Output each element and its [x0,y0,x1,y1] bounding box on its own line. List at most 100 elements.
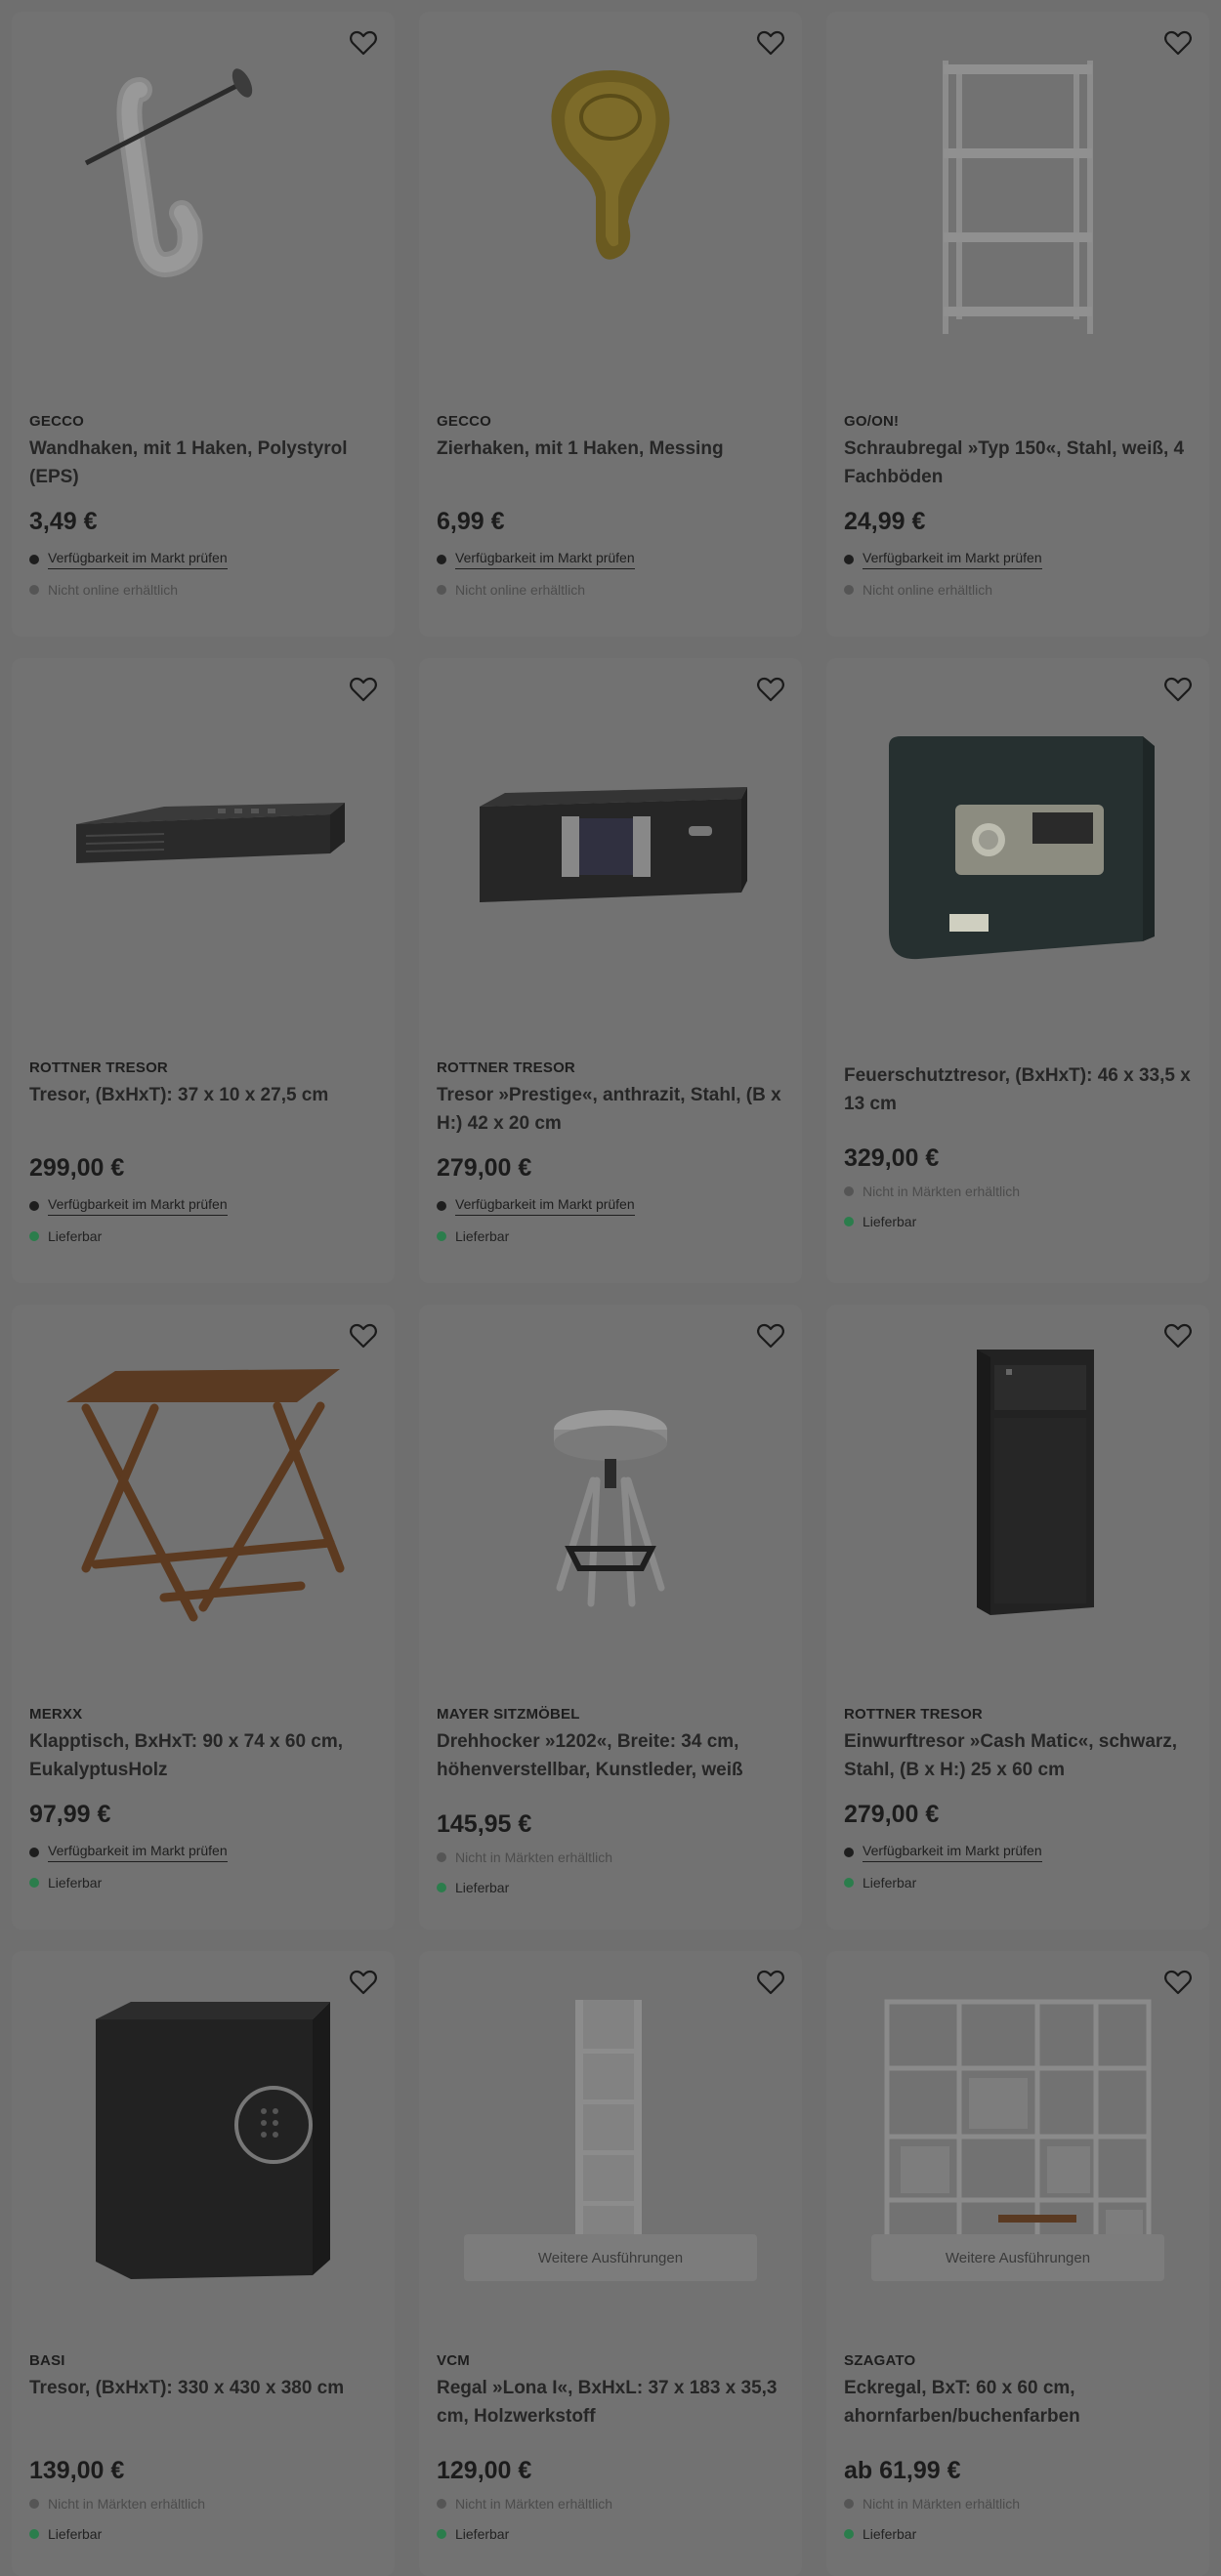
store-status: Nicht in Märkten erhältlich [863,1184,1021,1199]
delivery-status: Lieferbar [455,1880,510,1895]
status-dot [29,2529,39,2539]
availability-info: Verfügbarkeit im Markt prüfen Lieferbar [437,1193,786,1249]
product-title[interactable]: Zierhaken, mit 1 Haken, Messing [437,435,786,491]
product-card[interactable]: Feuerschutztresor, (BxHxT): 46 x 33,5 x … [826,658,1209,1283]
status-dot [29,1848,39,1857]
product-card[interactable]: Weitere Ausführungen SZAGATO Eckregal, B… [826,1951,1209,2576]
product-image[interactable] [12,51,395,344]
check-store-availability-link[interactable]: Verfügbarkeit im Markt prüfen [48,550,228,569]
delivery-status: Nicht online erhältlich [48,582,179,598]
product-title[interactable]: Tresor »Prestige«, anthrazit, Stahl, (B … [437,1081,786,1138]
status-dot [437,1852,446,1862]
availability-info: Verfügbarkeit im Markt prüfen Nicht onli… [437,547,786,602]
check-store-availability-link[interactable]: Verfügbarkeit im Markt prüfen [455,1196,635,1216]
product-title[interactable]: Regal »Lona I«, BxHxL: 37 x 183 x 35,3 c… [437,2374,786,2431]
status-dot [437,1231,446,1241]
product-card[interactable]: GO/ON! Schraubregal »Typ 150«, Stahl, we… [826,12,1209,637]
product-card[interactable]: ROTTNER TRESOR Tresor, (BxHxT): 37 x 10 … [12,658,395,1283]
product-card[interactable]: GECCO Zierhaken, mit 1 Haken, Messing 6,… [419,12,802,637]
check-store-availability-link[interactable]: Verfügbarkeit im Markt prüfen [48,1196,228,1216]
delivery-status: Lieferbar [48,1228,103,1244]
product-price: 279,00 € [437,1154,532,1182]
product-card[interactable]: MERXX Klapptisch, BxHxT: 90 x 74 x 60 cm… [12,1305,395,1930]
product-price: 329,00 € [844,1144,940,1172]
delivery-status: Lieferbar [455,1228,510,1244]
product-image[interactable] [419,697,802,990]
status-dot [844,1878,854,1888]
product-brand: MERXX [29,1706,83,1723]
product-brand: ROTTNER TRESOR [437,1059,575,1076]
product-title[interactable]: Feuerschutztresor, (BxHxT): 46 x 33,5 x … [844,1061,1194,1118]
product-image[interactable] [419,1344,802,1637]
product-image[interactable] [826,51,1209,344]
product-title[interactable]: Einwurftresor »Cash Matic«, schwarz, Sta… [844,1727,1194,1784]
product-title[interactable]: Eckregal, BxT: 60 x 60 cm, ahornfarben/b… [844,2374,1194,2431]
product-brand: GO/ON! [844,413,900,430]
product-title[interactable]: Klapptisch, BxHxT: 90 x 74 x 60 cm, Euka… [29,1727,379,1784]
delivery-status: Lieferbar [863,1875,917,1890]
availability-info: Verfügbarkeit im Markt prüfen Nicht onli… [844,547,1194,602]
product-price: 279,00 € [844,1801,940,1828]
product-image[interactable] [12,697,395,990]
delivery-status: Lieferbar [863,2526,917,2542]
product-card[interactable]: ROTTNER TRESOR Einwurftresor »Cash Matic… [826,1305,1209,1930]
status-dot [437,1201,446,1211]
status-dot [437,1883,446,1892]
product-brand: MAYER SITZMÖBEL [437,1706,580,1723]
availability-info: Nicht in Märkten erhältlich Lieferbar [844,1179,1194,1234]
product-image[interactable] [419,51,802,344]
product-title[interactable]: Wandhaken, mit 1 Haken, Polystyrol (EPS) [29,435,379,491]
status-dot [844,2499,854,2509]
status-dot [437,2499,446,2509]
product-image[interactable] [826,697,1209,990]
more-variants-button[interactable]: Weitere Ausführungen [464,2234,757,2281]
product-price: 145,95 € [437,1810,532,1838]
status-dot [844,585,854,595]
check-store-availability-link[interactable]: Verfügbarkeit im Markt prüfen [863,1843,1042,1862]
product-card[interactable]: ROTTNER TRESOR Tresor »Prestige«, anthra… [419,658,802,1283]
product-price: 139,00 € [29,2457,125,2484]
product-title[interactable]: Tresor, (BxHxT): 37 x 10 x 27,5 cm [29,1081,379,1138]
status-dot [437,2529,446,2539]
product-brand: VCM [437,2352,470,2369]
store-status: Nicht in Märkten erhältlich [48,2496,206,2512]
delivery-status: Lieferbar [48,1875,103,1890]
availability-info: Verfügbarkeit im Markt prüfen Nicht onli… [29,547,379,602]
delivery-status: Nicht online erhältlich [863,582,993,598]
product-title[interactable]: Tresor, (BxHxT): 330 x 430 x 380 cm [29,2374,379,2431]
product-brand: GECCO [437,413,492,430]
status-dot [29,2499,39,2509]
delivery-status: Nicht online erhältlich [455,582,586,598]
status-dot [844,1186,854,1196]
availability-info: Nicht in Märkten erhältlich Lieferbar [437,2491,786,2547]
product-card[interactable]: MAYER SITZMÖBEL Drehhocker »1202«, Breit… [419,1305,802,1930]
product-image[interactable] [826,1344,1209,1637]
product-price: 6,99 € [437,508,505,535]
product-card[interactable]: BASI Tresor, (BxHxT): 330 x 430 x 380 cm… [12,1951,395,2576]
product-image[interactable] [12,1344,395,1637]
delivery-status: Lieferbar [863,1214,917,1229]
product-title[interactable]: Drehhocker »1202«, Breite: 34 cm, höhenv… [437,1727,786,1784]
availability-info: Verfügbarkeit im Markt prüfen Lieferbar [29,1840,379,1895]
product-card[interactable]: Weitere Ausführungen VCM Regal »Lona I«,… [419,1951,802,2576]
product-brand: ROTTNER TRESOR [844,1706,983,1723]
check-store-availability-link[interactable]: Verfügbarkeit im Markt prüfen [48,1843,228,1862]
status-dot [29,1201,39,1211]
availability-info: Verfügbarkeit im Markt prüfen Lieferbar [844,1840,1194,1895]
product-price: 129,00 € [437,2457,532,2484]
status-dot [844,555,854,564]
product-brand: GECCO [29,413,85,430]
product-brand: ROTTNER TRESOR [29,1059,168,1076]
product-card[interactable]: GECCO Wandhaken, mit 1 Haken, Polystyrol… [12,12,395,637]
availability-info: Nicht in Märkten erhältlich Lieferbar [844,2491,1194,2547]
product-price: 3,49 € [29,508,98,535]
check-store-availability-link[interactable]: Verfügbarkeit im Markt prüfen [863,550,1042,569]
availability-info: Verfügbarkeit im Markt prüfen Lieferbar [29,1193,379,1249]
product-brand: BASI [29,2352,65,2369]
product-title[interactable]: Schraubregal »Typ 150«, Stahl, weiß, 4 F… [844,435,1194,491]
check-store-availability-link[interactable]: Verfügbarkeit im Markt prüfen [455,550,635,569]
status-dot [844,1848,854,1857]
product-price: 97,99 € [29,1801,111,1828]
more-variants-button[interactable]: Weitere Ausführungen [871,2234,1164,2281]
product-image[interactable] [12,1990,395,2283]
